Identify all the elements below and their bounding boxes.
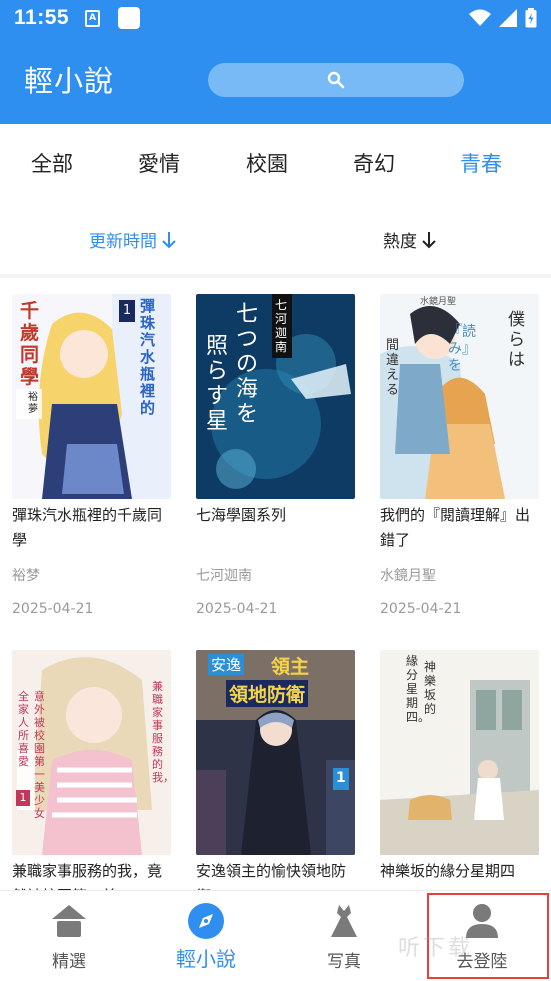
- cover-vertical-title: 七つの海を: [236, 302, 259, 427]
- cover-volume-badge: 1: [16, 790, 30, 806]
- book-card[interactable]: 神樂坂的 緣分星期四。 神樂坂的緣分星期四: [380, 650, 539, 890]
- arrow-down-icon: [162, 231, 176, 248]
- dress-icon: [324, 903, 364, 939]
- cover-volume-badge: 1: [336, 770, 346, 786]
- book-title: 安逸領主的愉快領地防衛: [196, 862, 347, 890]
- book-cover[interactable]: 兼職家事服務的我， 意外被校園第一美少女 全家人所喜愛 1: [12, 650, 171, 855]
- cover-vertical-title: 照らす星: [206, 334, 229, 434]
- home-icon: [49, 903, 89, 939]
- cover-vertical-title: 意外被校園第一美少女: [34, 690, 45, 820]
- nav-label: 精選: [52, 952, 86, 972]
- cover-vertical-title: 千歲同學: [20, 300, 40, 388]
- cover-title-part: 領地防衛: [226, 680, 309, 707]
- status-bar: 11:55 A: [0, 0, 551, 36]
- book-card[interactable]: 七河迦南 七つの海を 照らす星 七海學園系列 七河迦南 2025-04-21: [196, 294, 355, 617]
- cover-title-part: 安逸: [208, 654, 245, 675]
- app-title: 輕小說: [24, 64, 115, 98]
- tab-all[interactable]: 全部: [31, 148, 73, 178]
- cover-vertical-title: 『読み』を: [448, 324, 476, 374]
- cover-vertical-title: 緣分星期四。: [406, 654, 431, 724]
- cover-vertical-title: 僕らは: [508, 310, 525, 370]
- cover-art-6: [380, 650, 539, 855]
- cover-vertical-title: 兼職家事服務的我，: [152, 680, 171, 784]
- sort-row: 更新時間 熱度: [0, 218, 551, 262]
- cover-band-text: 七河迦南: [275, 298, 288, 354]
- book-card[interactable]: 兼職家事服務的我， 意外被校園第一美少女 全家人所喜愛 1 兼職家事服務的我，竟…: [12, 650, 171, 890]
- signal-icon: [499, 9, 517, 27]
- book-author: 水鏡月聖: [380, 568, 436, 584]
- cover-author-tag: 水鏡月聖: [420, 297, 457, 307]
- book-title: 兼職家事服務的我，竟然被校園第一美: [12, 862, 163, 890]
- book-grid: 彈珠汽水瓶裡的 千歲同學 1 裕夢 彈珠汽水瓶裡的千歲同學 裕梦 2025-04…: [0, 278, 551, 890]
- search-icon: [327, 71, 345, 89]
- cover-vertical-title: 全家人所喜愛: [18, 690, 29, 768]
- search-bar[interactable]: [208, 63, 464, 97]
- book-title: 神樂坂的緣分星期四: [380, 862, 516, 880]
- category-tabs: 全部 愛情 校園 奇幻 青春: [0, 124, 551, 198]
- tab-romance[interactable]: 愛情: [138, 148, 180, 178]
- tab-youth[interactable]: 青春: [460, 148, 502, 178]
- status-indicators: [469, 8, 537, 28]
- wifi-icon: [469, 9, 491, 26]
- cover-volume-badge: 1: [119, 300, 135, 322]
- notification-square-icon: [118, 7, 141, 29]
- nav-featured[interactable]: 精選: [14, 891, 124, 981]
- book-cover[interactable]: 神樂坂的 緣分星期四。: [380, 650, 539, 855]
- book-card[interactable]: 僕らは 『読み』を 間違える 水鏡月聖 我們的『閱讀理解』出錯了 水鏡月聖 20…: [380, 294, 539, 617]
- book-cover[interactable]: 安逸 領主 領地防衛 1: [196, 650, 355, 855]
- cover-vertical-title: 間違える: [386, 338, 400, 398]
- book-cover[interactable]: 彈珠汽水瓶裡的 千歲同學 1 裕夢: [12, 294, 171, 499]
- book-title: 七海學園系列: [196, 506, 287, 524]
- nav-label: 輕小說: [176, 947, 236, 971]
- cover-title-part: 領主: [271, 656, 310, 678]
- sort-heat-label: 熱度: [383, 232, 417, 252]
- cover-author-tag: 裕夢: [28, 392, 38, 415]
- sort-update-time[interactable]: 更新時間: [89, 227, 177, 252]
- battery-icon: [525, 8, 537, 28]
- book-date: 2025-04-21: [380, 601, 462, 617]
- sort-heat[interactable]: 熱度: [383, 227, 437, 252]
- compass-icon: [186, 903, 226, 939]
- book-card[interactable]: 安逸 領主 領地防衛 1 安逸領主的愉快領地防衛: [196, 650, 355, 890]
- tab-fantasy[interactable]: 奇幻: [353, 148, 395, 178]
- book-cover[interactable]: 僕らは 『読み』を 間違える 水鏡月聖: [380, 294, 539, 499]
- highlight-box: [427, 893, 549, 979]
- book-cover[interactable]: 七河迦南 七つの海を 照らす星: [196, 294, 355, 499]
- app-bar: 輕小說: [0, 36, 551, 124]
- app-root: 11:55 A 輕小說 全部 愛情 校園 奇幻 青春 更新時間 熱度 彈珠汽水瓶…: [0, 0, 551, 981]
- nav-light-novel[interactable]: 輕小說: [151, 891, 261, 981]
- book-title: 彈珠汽水瓶裡的千歲同學: [12, 506, 163, 549]
- book-date: 2025-04-21: [12, 601, 94, 617]
- notification-app-icon: A: [85, 9, 101, 27]
- cover-vertical-title: 神樂坂的: [424, 660, 437, 716]
- arrow-down-icon: [422, 231, 436, 248]
- nav-photos[interactable]: 写真: [289, 891, 399, 981]
- book-title: 我們的『閱讀理解』出錯了: [380, 506, 531, 549]
- status-time: 11:55: [14, 6, 70, 29]
- nav-label: 写真: [327, 952, 361, 972]
- book-card[interactable]: 彈珠汽水瓶裡的 千歲同學 1 裕夢 彈珠汽水瓶裡的千歲同學 裕梦 2025-04…: [12, 294, 171, 617]
- book-date: 2025-04-21: [196, 601, 278, 617]
- book-author: 裕梦: [12, 568, 40, 584]
- sort-update-time-label: 更新時間: [89, 232, 157, 252]
- book-author: 七河迦南: [196, 568, 252, 584]
- tab-campus[interactable]: 校園: [246, 148, 288, 178]
- cover-vertical-title: 彈珠汽水瓶裡的: [140, 297, 156, 417]
